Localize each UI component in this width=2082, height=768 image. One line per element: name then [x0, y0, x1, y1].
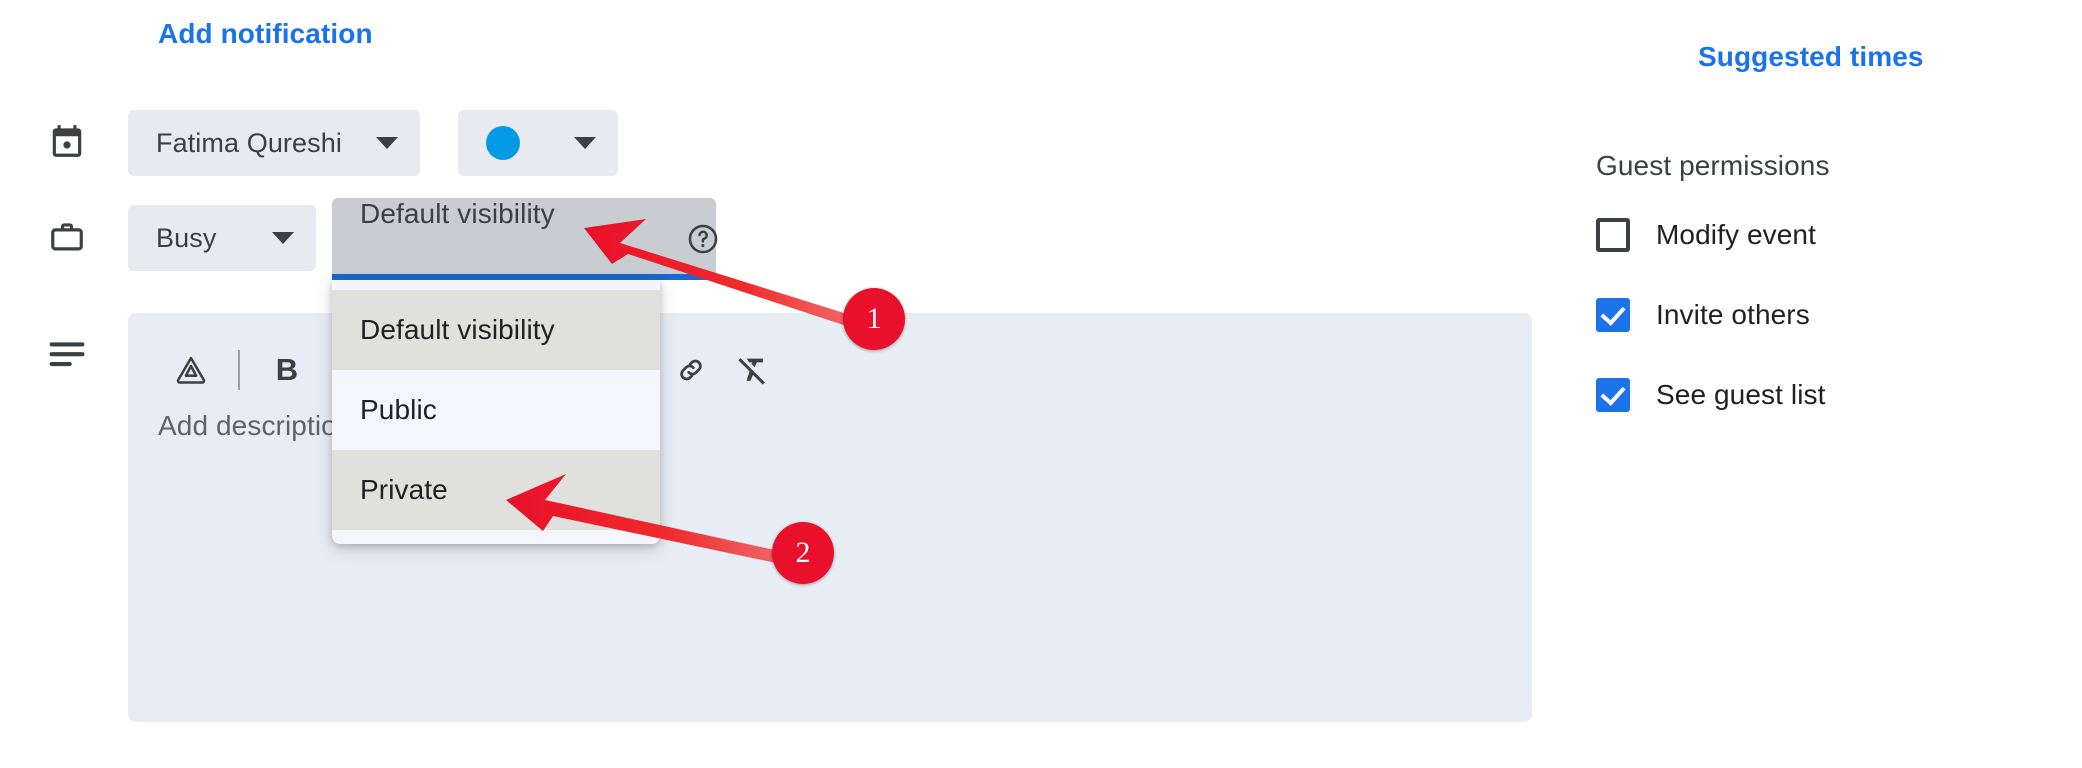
visibility-value: Default visibility: [360, 198, 555, 229]
calendar-owner-select[interactable]: Fatima Qureshi: [128, 110, 420, 176]
permission-row-invite-others[interactable]: Invite others: [1596, 298, 1810, 332]
suggested-times-link[interactable]: Suggested times: [1698, 41, 1924, 73]
menu-option-default-visibility[interactable]: Default visibility: [332, 290, 660, 370]
visibility-dropdown-menu[interactable]: Default visibility Public Private: [332, 280, 660, 544]
permission-label: Invite others: [1656, 299, 1810, 330]
permission-label: Modify event: [1656, 219, 1816, 250]
availability-select[interactable]: Busy: [128, 205, 316, 271]
menu-option-private[interactable]: Private: [332, 450, 660, 530]
briefcase-icon: [48, 218, 86, 261]
google-drive-icon[interactable]: [160, 340, 222, 400]
clear-formatting-icon[interactable]: [722, 340, 784, 400]
color-swatch: [486, 126, 520, 160]
permission-row-see-guest-list[interactable]: See guest list: [1596, 378, 1826, 412]
event-color-select[interactable]: [458, 110, 618, 176]
checkbox-modify-event[interactable]: [1596, 218, 1630, 252]
guest-permissions-title: Guest permissions: [1596, 150, 1830, 181]
chevron-down-icon: [376, 137, 398, 149]
menu-option-label: Public: [360, 394, 437, 425]
availability-value: Busy: [156, 222, 217, 253]
calendar-icon: [48, 122, 86, 165]
chevron-down-icon: [574, 137, 596, 149]
checkbox-see-guest-list[interactable]: [1596, 378, 1630, 412]
help-circle-icon[interactable]: [686, 222, 720, 261]
visibility-dropdown-button[interactable]: Default visibility: [332, 198, 716, 280]
bold-icon[interactable]: B: [256, 340, 318, 400]
annotation-marker-1: 1: [843, 288, 905, 350]
toolbar-divider: [238, 350, 240, 390]
menu-option-public[interactable]: Public: [332, 370, 660, 450]
editor-toolbar: B: [160, 340, 318, 400]
link-icon[interactable]: [660, 340, 722, 400]
checkbox-invite-others[interactable]: [1596, 298, 1630, 332]
description-placeholder: Add description: [158, 410, 353, 441]
add-notification-link[interactable]: Add notification: [158, 18, 373, 50]
annotation-marker-2: 2: [772, 522, 834, 584]
chevron-down-icon: [272, 232, 294, 244]
permission-label: See guest list: [1656, 379, 1826, 410]
description-lines-icon: [48, 340, 86, 375]
permission-row-modify-event[interactable]: Modify event: [1596, 218, 1816, 252]
menu-option-label: Default visibility: [360, 314, 555, 345]
calendar-owner-value: Fatima Qureshi: [156, 127, 342, 158]
menu-option-label: Private: [360, 474, 448, 505]
